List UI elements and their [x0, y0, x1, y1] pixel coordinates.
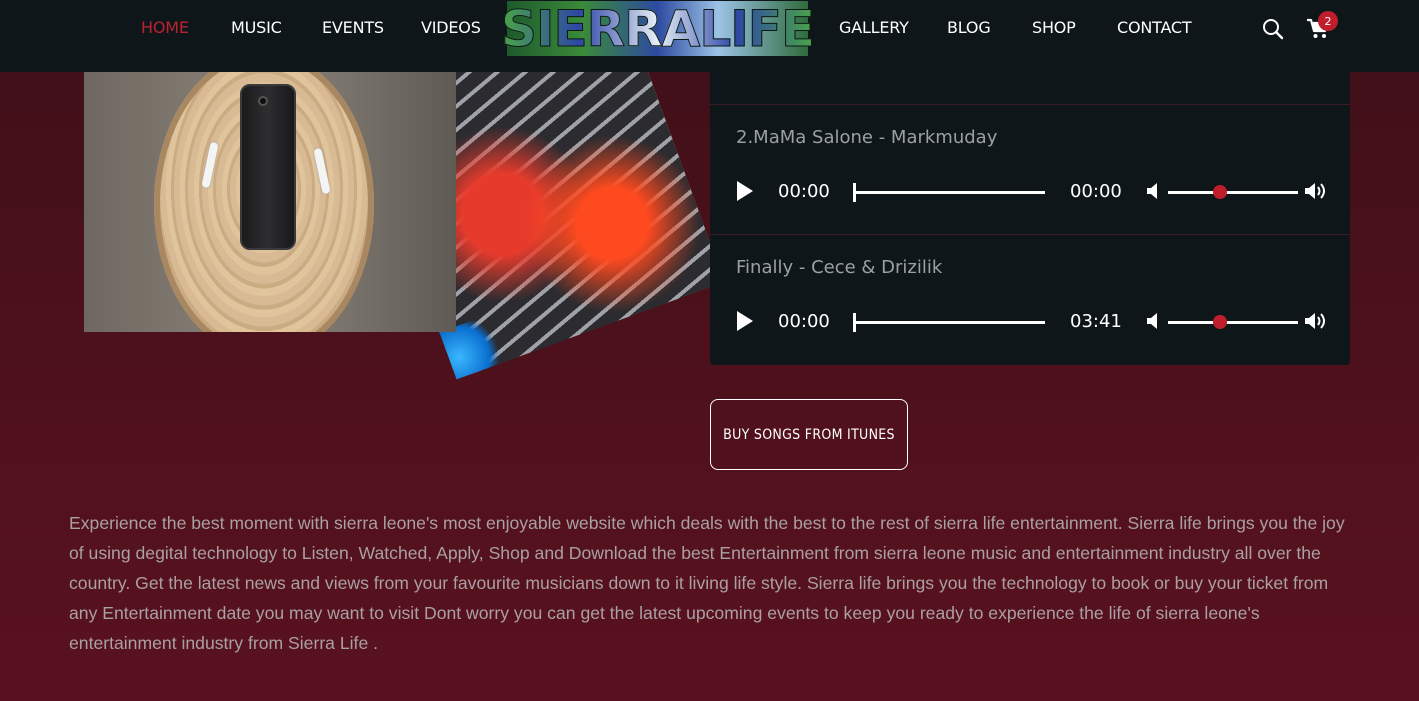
seek-bar[interactable] — [853, 183, 1045, 202]
nav-shop[interactable]: SHOP — [1032, 18, 1076, 37]
track-item: Finally - Cece & Drizilik 00:00 03:41 — [710, 234, 1350, 364]
volume-up-icon[interactable] — [1304, 312, 1326, 334]
nav-events[interactable]: EVENTS — [322, 18, 384, 37]
nav-blog[interactable]: BLOG — [947, 18, 991, 37]
buy-itunes-button[interactable]: BUY SONGS FROM ITUNES — [710, 399, 908, 470]
volume-slider[interactable] — [1168, 185, 1298, 199]
site-header: HOME MUSIC EVENTS VIDEOS SIERRALIFE GALL… — [0, 0, 1419, 72]
volume-up-icon[interactable] — [1304, 182, 1326, 204]
duration: 00:00 — [1070, 181, 1122, 202]
play-icon[interactable] — [737, 181, 753, 201]
nav-gallery[interactable]: GALLERY — [839, 18, 909, 37]
logo-text: SIERRALIFE — [500, 0, 815, 58]
volume-knob[interactable] — [1213, 185, 1227, 199]
volume-mute-icon[interactable] — [1146, 182, 1160, 204]
phone-on-wood-photo — [84, 72, 456, 332]
nav-music[interactable]: MUSIC — [231, 18, 282, 37]
nav-videos[interactable]: VIDEOS — [421, 18, 481, 37]
audio-playlist: 2.MaMa Salone - Markmuday 00:00 00:00 Fi… — [710, 60, 1350, 365]
current-time: 00:00 — [778, 181, 830, 202]
current-time: 00:00 — [778, 311, 830, 332]
nav-home[interactable]: HOME — [141, 18, 189, 37]
seek-bar[interactable] — [853, 313, 1045, 332]
track-item: 2.MaMa Salone - Markmuday 00:00 00:00 — [710, 104, 1350, 234]
track-title: 2.MaMa Salone - Markmuday — [736, 127, 998, 148]
phone-image — [240, 84, 296, 250]
volume-knob[interactable] — [1213, 315, 1227, 329]
volume-slider[interactable] — [1168, 315, 1298, 329]
site-description: Experience the best moment with sierra l… — [69, 513, 1345, 653]
search-icon[interactable] — [1262, 18, 1284, 44]
track-title: Finally - Cece & Drizilik — [736, 257, 943, 278]
volume-mute-icon[interactable] — [1146, 312, 1160, 334]
duration: 03:41 — [1070, 311, 1122, 332]
cart-count-badge: 2 — [1318, 11, 1338, 31]
site-logo[interactable]: SIERRALIFE — [500, 0, 815, 58]
play-icon[interactable] — [737, 311, 753, 331]
nav-contact[interactable]: CONTACT — [1117, 18, 1192, 37]
